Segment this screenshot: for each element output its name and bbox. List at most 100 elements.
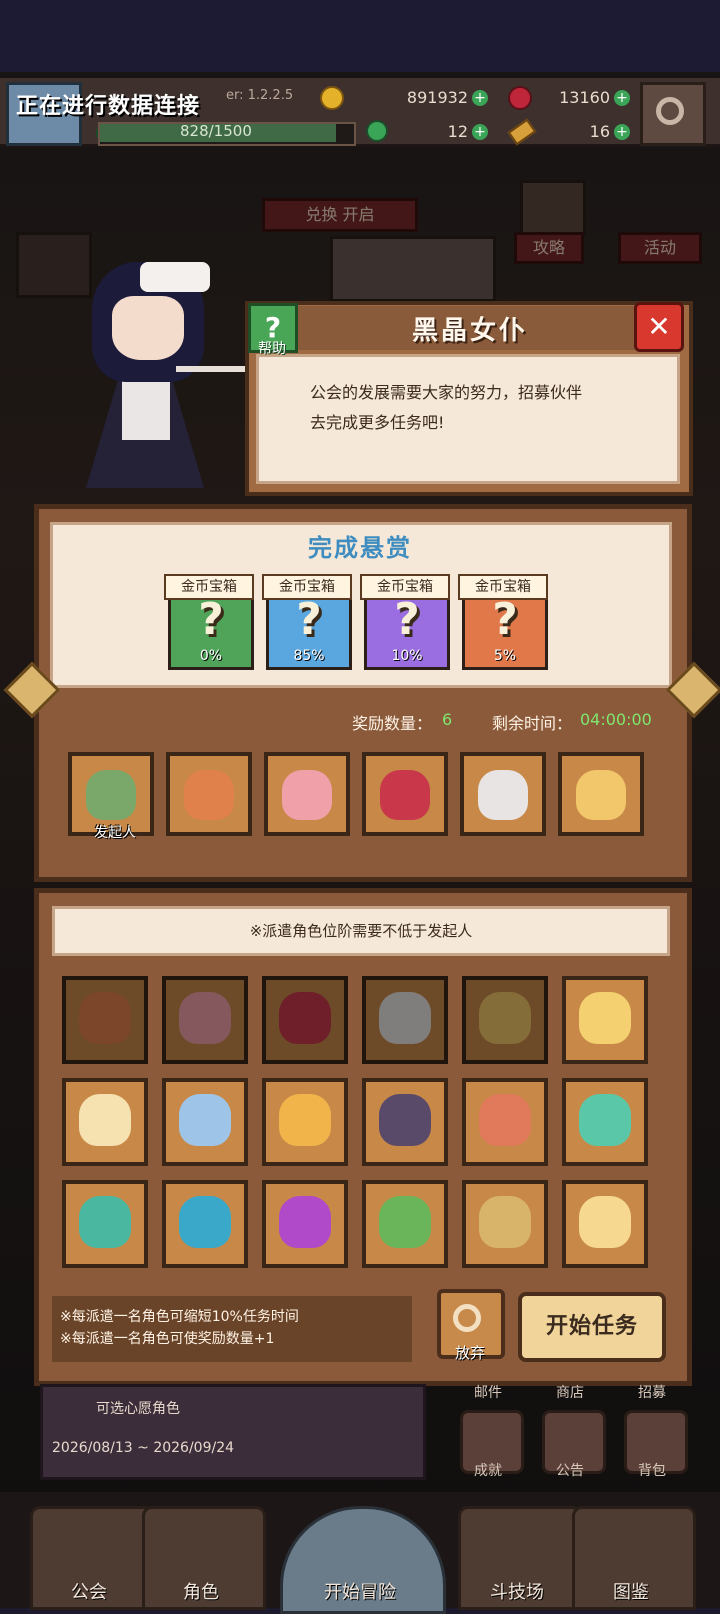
version-label: er: 1.2.2.5 [226,88,294,103]
wish-banner-dates: 2026/08/13 ~ 2026/09/24 [52,1440,235,1456]
remaining-time-value: 04:00:00 [580,710,652,729]
chest-percent: 5% [493,648,517,664]
hero-portrait [579,992,631,1044]
maid-pointer-stick [176,366,252,372]
dialog-message: 公会的发展需要大家的努力，招募伙伴 去完成更多任务吧! [310,378,640,438]
reward-count-label: 奖励数量： [352,714,433,733]
bag-label: 背包 [638,1463,666,1479]
add-gold-icon[interactable]: + [472,90,488,106]
gem-icon [508,86,532,110]
hero-portrait [479,992,531,1044]
roster-character[interactable] [362,1180,448,1268]
roster-character[interactable] [62,1180,148,1268]
add-clover-icon[interactable]: + [472,124,488,140]
hero-portrait [380,770,430,820]
remaining-time-label: 剩余时间： [492,714,573,733]
notice-label: 公告 [556,1463,584,1479]
roster-character[interactable] [362,976,448,1064]
roster-character[interactable] [362,1078,448,1166]
recruit-label: 招募 [638,1385,666,1401]
roster-character[interactable] [62,976,148,1064]
mail-label: 邮件 [474,1385,502,1401]
tip-reward: ※每派遣一名角色可使奖励数量+1 [60,1331,275,1347]
roster-character[interactable] [162,1180,248,1268]
hero-portrait [179,1094,231,1146]
dialog-message-line1: 公会的发展需要大家的努力，招募伙伴 [310,383,583,402]
hero-portrait [479,1094,531,1146]
roster-character[interactable] [562,976,648,1064]
nav-guild-label: 公会 [71,1582,107,1603]
refresh-icon [453,1304,481,1332]
reward-title: 完成悬赏 [308,534,412,562]
nav-characters-label: 角色 [183,1582,219,1603]
hero-portrait [279,1094,331,1146]
party-slot[interactable] [362,752,448,836]
party-slot[interactable] [460,752,546,836]
start-task-button[interactable]: 开始任务 [518,1292,666,1362]
help-label: 帮助 [258,341,286,357]
tip-time: ※每派遣一名角色可缩短10%任务时间 [60,1309,299,1325]
dialog-title: 黑晶女仆 [411,316,528,346]
hero-portrait [279,1196,331,1248]
hero-portrait [579,1196,631,1248]
achievement-label: 成就 [474,1463,502,1479]
shop-label: 商店 [556,1385,584,1401]
nav-arena-label: 斗技场 [490,1582,544,1603]
roster-character[interactable] [162,976,248,1064]
add-key-icon[interactable]: + [614,124,630,140]
hero-portrait [282,770,332,820]
hero-portrait [184,770,234,820]
connecting-text: 正在进行数据连接 [16,94,201,119]
dialog-message-line2: 去完成更多任务吧! [310,413,445,432]
add-gem-icon[interactable]: + [614,90,630,106]
give-up-label: 放弃 [454,1344,485,1362]
hero-portrait [79,1094,131,1146]
hero-portrait [379,1094,431,1146]
question-mark-icon: ? [394,594,420,645]
hero-portrait [179,992,231,1044]
nav-adventure-label: 开始冒险 [324,1582,396,1603]
gold-value: 891932 [406,88,468,107]
hero-portrait [379,1196,431,1248]
hero-portrait [478,770,528,820]
roster-character[interactable] [462,976,548,1064]
maid-character-apron [122,380,170,440]
hero-portrait [576,770,626,820]
hero-portrait [479,1196,531,1248]
hero-portrait [79,1196,131,1248]
roster-character[interactable] [462,1180,548,1268]
roster-character[interactable] [162,1078,248,1166]
hero-portrait [579,1094,631,1146]
key-value: 16 [589,122,610,141]
question-mark-icon: ? [198,594,224,645]
question-mark-icon: ? [492,594,518,645]
status-bar [0,0,720,72]
roster-character[interactable] [562,1180,648,1268]
roster-character[interactable] [462,1078,548,1166]
chest-percent: 0% [199,648,223,664]
question-mark-icon: ? [296,594,322,645]
hero-portrait [379,992,431,1044]
party-slot[interactable] [558,752,644,836]
gem-value: 13160 [559,88,610,107]
party-slot[interactable] [264,752,350,836]
roster-character[interactable] [262,1180,348,1268]
initiator-label: 发起人 [94,825,136,841]
maid-character-face [112,296,184,360]
roster-character[interactable] [262,976,348,1064]
nav-codex-label: 图鉴 [613,1582,649,1603]
chest-percent: 10% [391,648,423,664]
wish-banner-text: 可选心愿角色 [96,1401,180,1417]
roster-character[interactable] [262,1078,348,1166]
party-slot[interactable] [166,752,252,836]
reward-count-value: 6 [442,710,453,729]
hero-portrait [79,992,131,1044]
chest-percent: 85% [293,648,325,664]
xp-text: 828/1500 [180,122,252,140]
roster-character[interactable] [62,1078,148,1166]
coin-icon [320,86,344,110]
roster-character[interactable] [562,1078,648,1166]
close-button[interactable]: ✕ [634,302,684,352]
gear-icon [656,97,684,125]
maid-character-cap [140,262,210,292]
